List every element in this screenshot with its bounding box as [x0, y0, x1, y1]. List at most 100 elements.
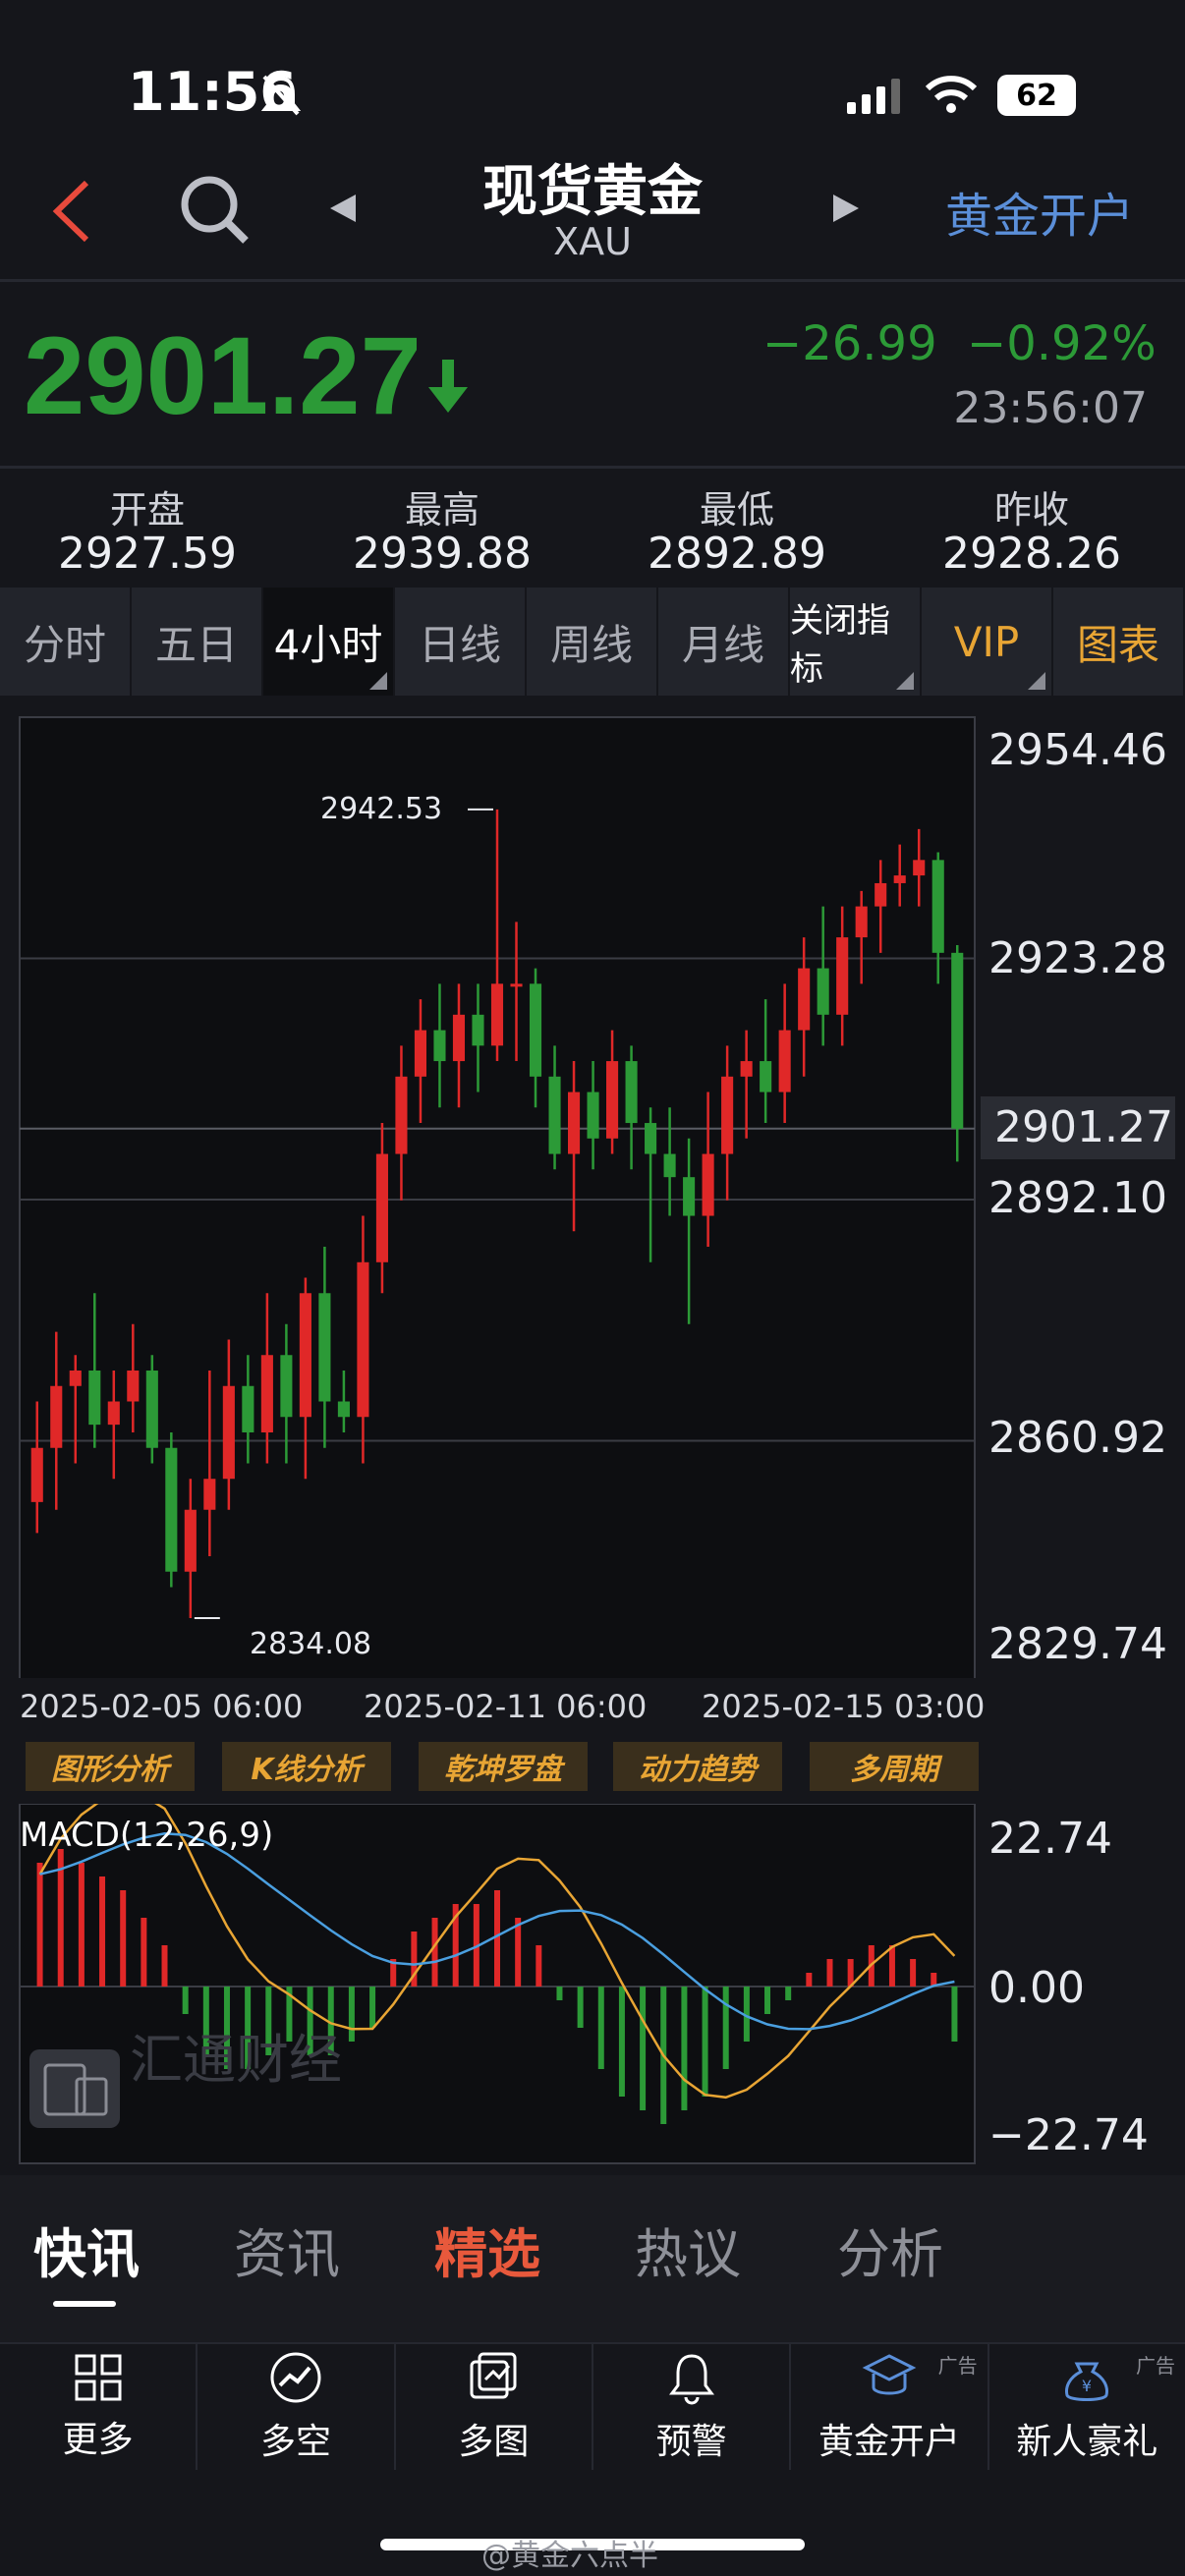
y-tick-label: 2954.46	[988, 725, 1167, 775]
current-price-axis-label: 2901.27	[994, 1102, 1173, 1152]
macd-histogram-bar	[182, 1987, 189, 2014]
tool-kline-analysis[interactable]: K线分析	[222, 1742, 391, 1791]
macd-histogram-bar	[826, 1959, 833, 1987]
news-tabs-bar	[0, 2175, 1185, 2342]
candle-body	[318, 1293, 331, 1402]
dropdown-corner-icon	[1028, 672, 1045, 690]
tool-multi-period[interactable]: 多周期	[810, 1742, 979, 1791]
macd-label: MACD(12,26,9)	[20, 1816, 274, 1855]
price-change-pct: −0.92%	[967, 316, 1157, 371]
quote-time: 23:56:07	[953, 383, 1148, 433]
bottom-nav-gold-account[interactable]: 广告 黄金开户	[791, 2344, 989, 2470]
candle-body	[893, 875, 906, 883]
tool-pattern-analysis[interactable]: 图形分析	[26, 1742, 195, 1791]
stat-high-value: 2939.88	[353, 529, 532, 579]
news-tab-flash[interactable]: 快讯	[33, 2211, 140, 2288]
stat-open-label: 开盘	[109, 488, 185, 532]
news-tab-info[interactable]: 资讯	[234, 2211, 340, 2288]
divider	[0, 279, 1185, 282]
tab-vip[interactable]: VIP	[922, 588, 1053, 696]
candle-body	[721, 1076, 734, 1154]
candle-body	[836, 937, 849, 1015]
bottom-nav-alert[interactable]: 预警	[593, 2344, 792, 2470]
stat-low-value: 2892.89	[648, 529, 826, 579]
dropdown-corner-icon	[896, 672, 914, 690]
macd-histogram-bar	[702, 1987, 708, 2097]
macd-histogram-bar	[431, 1918, 438, 1987]
stat-prev-close-value: 2928.26	[942, 529, 1121, 579]
watermark-logo: 汇通财经	[130, 2029, 342, 2091]
candle-body	[414, 1030, 427, 1077]
open-account-link[interactable]: 黄金开户	[945, 177, 1134, 246]
tab-five-day[interactable]: 五日	[132, 588, 263, 696]
bell-icon	[668, 2354, 714, 2405]
tab-daily[interactable]: 日线	[395, 588, 527, 696]
stat-prev-close-label: 昨收	[993, 488, 1069, 532]
candle-body	[280, 1355, 293, 1418]
macd-y-tick: −22.74	[988, 2110, 1149, 2160]
svg-text:¥: ¥	[1082, 2377, 1092, 2395]
bottom-nav: 更多 多空 多图 预警 广告 黄金开户 广告 ¥ 新人豪礼	[0, 2342, 1185, 2470]
candle-body	[702, 1153, 714, 1216]
macd-histogram-bar	[910, 1959, 917, 1987]
rotate-screen-icon	[43, 2063, 108, 2116]
bottom-nav-long-short[interactable]: 多空	[198, 2344, 396, 2470]
candle-body	[184, 1509, 197, 1572]
macd-histogram-bar	[556, 1987, 563, 2000]
candle-body	[395, 1076, 408, 1154]
macd-histogram-bar	[618, 1987, 625, 2097]
tab-chart[interactable]: 图表	[1053, 588, 1185, 696]
bottom-nav-multi-chart[interactable]: 多图	[396, 2344, 593, 2470]
current-price: 2901.27	[24, 314, 422, 437]
stat-low-label: 最低	[699, 488, 774, 532]
candle-body	[606, 1061, 619, 1139]
tab-4h[interactable]: 4小时	[263, 588, 395, 696]
macd-histogram-bar	[806, 1973, 813, 1987]
y-tick-label: 2860.92	[988, 1413, 1167, 1463]
footer-watermark: @黄金六点半	[481, 2539, 658, 2573]
tab-weekly[interactable]: 周线	[527, 588, 658, 696]
candle-body	[490, 983, 504, 1046]
macd-histogram-bar	[536, 1945, 542, 1987]
stat-high-label: 最高	[404, 488, 480, 532]
macd-histogram-bar	[348, 1987, 355, 2042]
macd-histogram-bar	[99, 1876, 106, 1987]
tool-compass[interactable]: 乾坤罗盘	[419, 1742, 588, 1791]
macd-histogram-bar	[785, 1987, 792, 2000]
candle-body	[510, 983, 523, 987]
candle-body	[203, 1479, 216, 1510]
y-tick-label: 2892.10	[988, 1173, 1167, 1223]
tool-momentum[interactable]: 动力趋势	[613, 1742, 782, 1791]
bottom-nav-more[interactable]: 更多	[0, 2344, 198, 2470]
tab-close-indicators[interactable]: 关闭指标	[790, 588, 922, 696]
candle-body	[165, 1447, 178, 1572]
candle-body	[337, 1401, 350, 1418]
macd-histogram-bar	[888, 1945, 895, 1987]
macd-histogram-bar	[161, 1945, 168, 1987]
candle-body	[567, 1092, 581, 1154]
multi-chart-icon	[470, 2352, 517, 2399]
low-annotation: 2834.08	[250, 1627, 372, 1661]
candle-body	[222, 1385, 235, 1480]
candle-body	[913, 860, 926, 876]
news-tab-hot[interactable]: 热议	[635, 2211, 741, 2288]
candle-body	[951, 952, 964, 1129]
candle-body	[778, 1030, 791, 1092]
candle-body	[875, 882, 887, 907]
candle-body	[855, 906, 868, 938]
news-tab-featured[interactable]: 精选	[434, 2211, 540, 2288]
macd-histogram-bar	[141, 1918, 147, 1987]
macd-histogram-bar	[681, 1987, 688, 2110]
tab-intraday[interactable]: 分时	[0, 588, 132, 696]
next-instrument-icon[interactable]	[831, 193, 863, 224]
candle-body	[452, 1014, 466, 1062]
candle-body	[145, 1371, 158, 1448]
bottom-nav-new-user-gift[interactable]: 广告 ¥ 新人豪礼	[989, 2344, 1185, 2470]
candle-body	[375, 1153, 388, 1262]
landscape-toggle-button[interactable]	[29, 2049, 120, 2128]
signal-icon	[847, 79, 900, 114]
tab-monthly[interactable]: 月线	[658, 588, 790, 696]
macd-histogram-bar	[951, 1987, 958, 2042]
macd-histogram-bar	[78, 1863, 85, 1987]
news-tab-analysis[interactable]: 分析	[837, 2211, 943, 2288]
